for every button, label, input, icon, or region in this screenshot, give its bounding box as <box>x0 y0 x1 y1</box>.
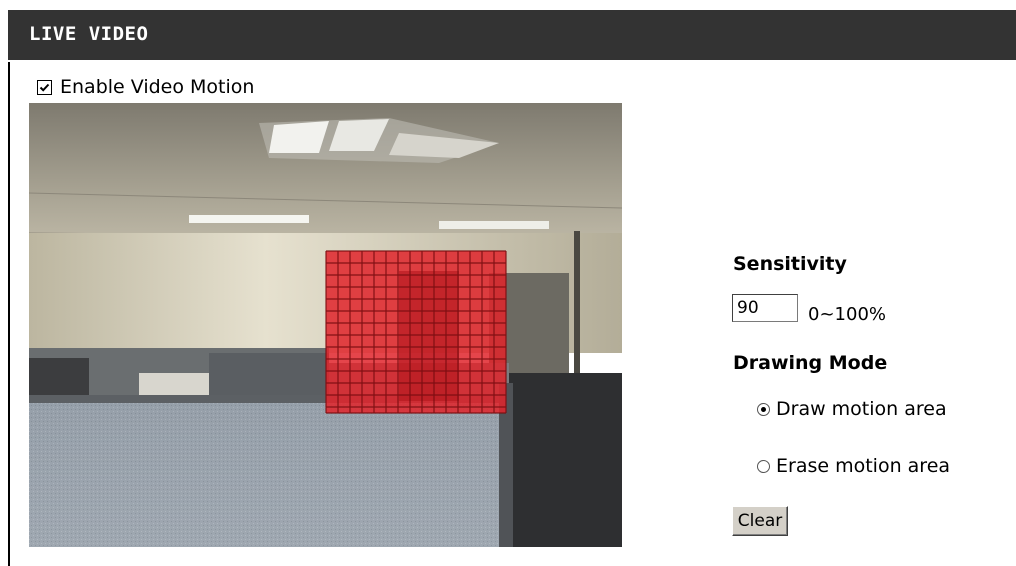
page-title: LIVE VIDEO <box>29 23 149 45</box>
radio-circle-icon[interactable] <box>757 459 770 473</box>
live-video-feed[interactable] <box>29 103 622 547</box>
sensitivity-heading: Sensitivity <box>733 253 847 275</box>
clear-button[interactable]: Clear <box>732 506 788 536</box>
checkmark-icon <box>39 83 50 92</box>
sensitivity-input[interactable] <box>732 294 798 322</box>
enable-video-motion-checkbox[interactable] <box>37 79 52 95</box>
draw-motion-area-option[interactable]: Draw motion area <box>757 398 947 420</box>
erase-motion-area-label: Erase motion area <box>776 455 951 477</box>
sensitivity-range-label: 0~100% <box>808 304 886 325</box>
enable-video-motion-label: Enable Video Motion <box>60 76 255 98</box>
motion-area-grid <box>325 250 507 414</box>
draw-motion-area-label: Draw motion area <box>776 398 947 420</box>
enable-video-motion-row[interactable]: Enable Video Motion <box>37 76 254 98</box>
live-video-page: LIVE VIDEO Enable Video Motion Sensitivi… <box>0 0 1016 566</box>
erase-motion-area-option[interactable]: Erase motion area <box>757 455 950 477</box>
radio-dot-icon[interactable] <box>757 402 770 416</box>
left-divider <box>8 62 10 566</box>
live-video-header: LIVE VIDEO <box>8 10 1016 60</box>
drawing-mode-heading: Drawing Mode <box>733 352 888 374</box>
